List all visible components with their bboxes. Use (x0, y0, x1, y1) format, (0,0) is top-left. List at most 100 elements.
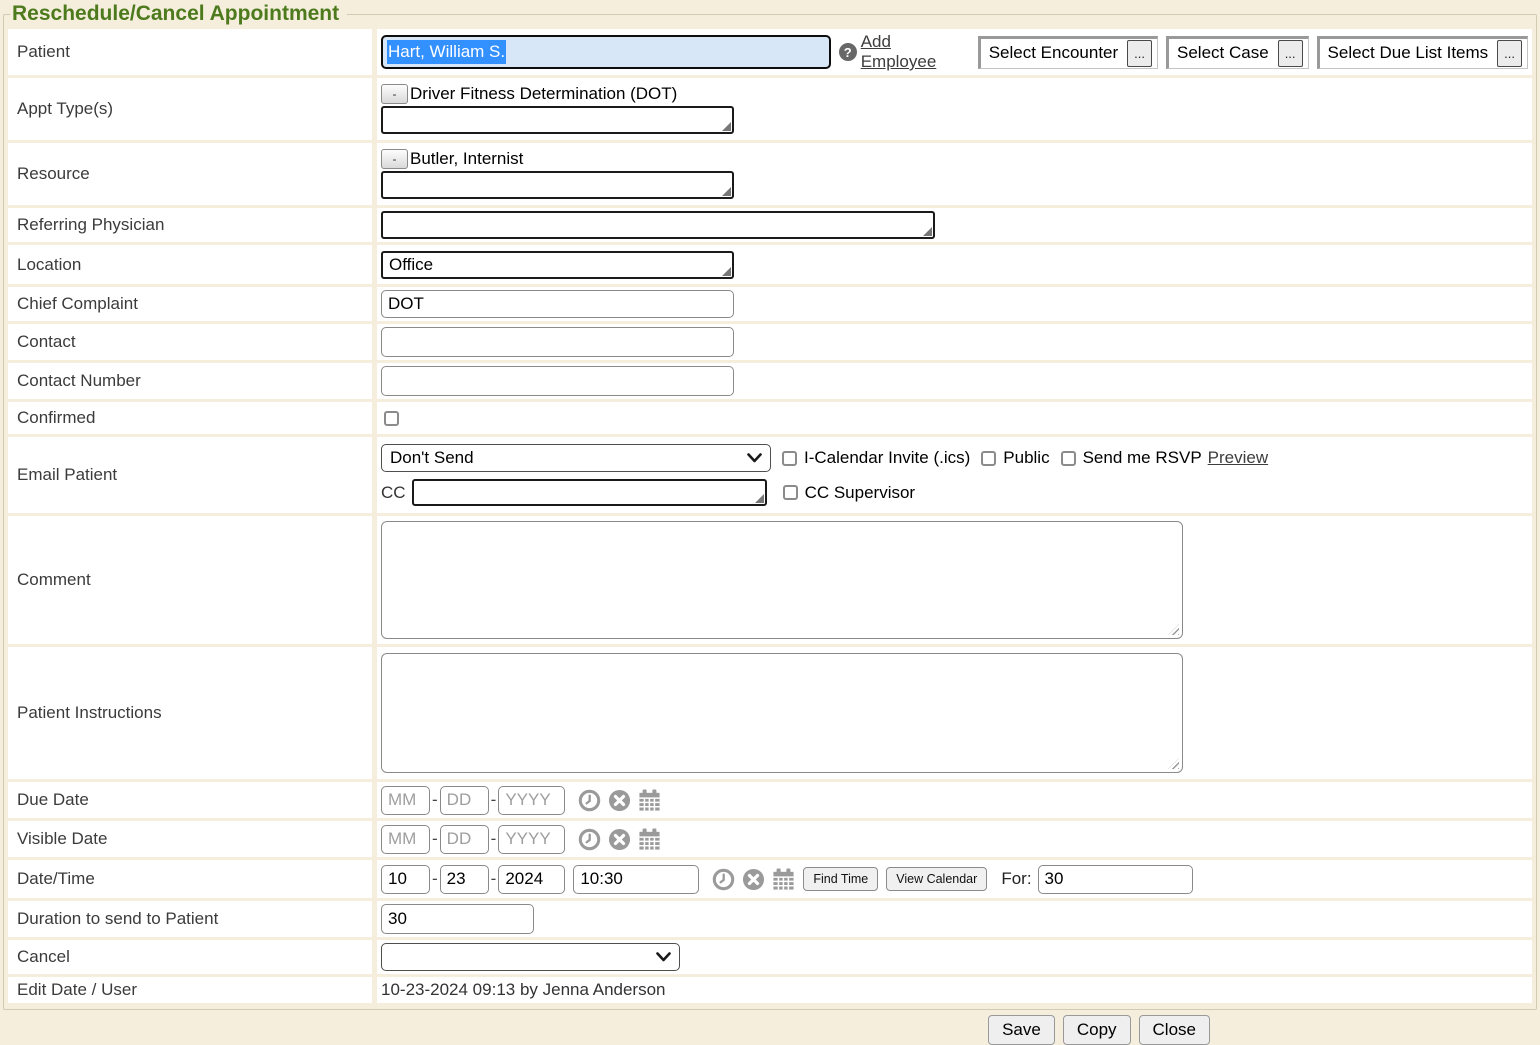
remove-appt-type-button[interactable]: - (381, 84, 408, 104)
patient-instructions-textarea[interactable] (381, 653, 1183, 773)
contact-label: Contact (8, 324, 372, 360)
contact-number-label: Contact Number (8, 363, 372, 399)
due-date-month-input[interactable] (381, 786, 430, 815)
ical-invite-checkbox[interactable] (782, 451, 797, 466)
email-patient-row: Email Patient Don't Send I-Calendar Invi… (8, 437, 1532, 513)
visible-date-year-input[interactable] (498, 825, 565, 854)
help-icon[interactable]: ? (839, 43, 857, 61)
clear-icon[interactable] (742, 868, 765, 891)
date-time-day-input[interactable] (440, 865, 489, 894)
public-checkbox[interactable] (981, 451, 996, 466)
date-time-month-input[interactable] (381, 865, 430, 894)
duration-input[interactable] (381, 904, 534, 934)
cc-supervisor-checkbox[interactable] (783, 485, 798, 500)
visible-date-day-input[interactable] (440, 825, 489, 854)
resize-handle[interactable] (1168, 758, 1179, 769)
cancel-label: Cancel (8, 940, 372, 974)
clock-icon[interactable] (578, 828, 601, 851)
calendar-icon[interactable] (772, 868, 795, 891)
footer-actions: Save Copy Close (0, 1010, 1540, 1045)
referring-physician-label: Referring Physician (8, 208, 372, 242)
contact-number-row: Contact Number (8, 363, 1532, 399)
cc-textarea[interactable] (412, 479, 767, 506)
calendar-icon[interactable] (638, 789, 661, 812)
patient-input[interactable]: Hart, William S. (381, 35, 831, 69)
email-send-selected-option: Don't Send (390, 448, 474, 468)
resource-label: Resource (8, 143, 372, 205)
resize-handle[interactable] (722, 267, 731, 276)
clock-icon[interactable] (712, 868, 735, 891)
location-textarea[interactable]: Office (381, 251, 734, 279)
save-button[interactable]: Save (988, 1015, 1055, 1045)
email-patient-label: Email Patient (8, 437, 372, 513)
cc-label: CC (381, 483, 406, 503)
find-time-button[interactable]: Find Time (803, 867, 878, 891)
clear-icon[interactable] (608, 828, 631, 851)
appt-types-label: Appt Type(s) (8, 78, 372, 140)
preview-link[interactable]: Preview (1208, 448, 1268, 468)
visible-date-label: Visible Date (8, 821, 372, 857)
comment-textarea[interactable] (381, 521, 1183, 639)
ical-invite-label: I-Calendar Invite (.ics) (804, 448, 970, 468)
resize-handle[interactable] (923, 227, 932, 236)
contact-number-input[interactable] (381, 366, 734, 396)
for-duration-input[interactable] (1038, 865, 1193, 894)
public-label: Public (1003, 448, 1049, 468)
select-due-list-items-button[interactable]: ... (1497, 40, 1522, 67)
resize-handle[interactable] (755, 494, 764, 503)
add-employee-link[interactable]: Add Employee (861, 32, 970, 72)
chevron-down-icon (747, 453, 762, 463)
resource-search-textarea[interactable] (381, 171, 734, 199)
close-button[interactable]: Close (1139, 1015, 1210, 1045)
remove-resource-button[interactable]: - (381, 149, 408, 169)
clock-icon[interactable] (578, 789, 601, 812)
email-send-select[interactable]: Don't Send (381, 444, 771, 472)
patient-label: Patient (8, 29, 372, 75)
confirmed-checkbox[interactable] (384, 411, 399, 426)
due-date-day-input[interactable] (440, 786, 489, 815)
select-encounter-box: Select Encounter ... (978, 36, 1158, 69)
resize-handle[interactable] (1168, 624, 1179, 635)
calendar-icon[interactable] (638, 828, 661, 851)
appt-types-row: Appt Type(s) - Driver Fitness Determinat… (8, 78, 1532, 140)
referring-physician-row: Referring Physician (8, 208, 1532, 242)
date-time-year-input[interactable] (498, 865, 565, 894)
chevron-down-icon (656, 952, 671, 962)
copy-button[interactable]: Copy (1063, 1015, 1131, 1045)
send-me-rsvp-checkbox[interactable] (1061, 451, 1076, 466)
location-row: Location Office (8, 245, 1532, 284)
confirmed-row: Confirmed (8, 402, 1532, 434)
patient-input-selected-text: Hart, William S. (387, 40, 506, 64)
visible-date-row: Visible Date - - (8, 821, 1532, 857)
contact-row: Contact (8, 324, 1532, 360)
select-encounter-button[interactable]: ... (1127, 40, 1152, 67)
visible-date-month-input[interactable] (381, 825, 430, 854)
page-title: Reschedule/Cancel Appointment (10, 2, 347, 26)
edit-date-user-value: 10-23-2024 09:13 by Jenna Anderson (381, 980, 666, 1000)
cc-supervisor-label: CC Supervisor (805, 483, 916, 503)
referring-physician-textarea[interactable] (381, 211, 935, 239)
select-case-label: Select Case (1177, 43, 1269, 63)
resize-handle[interactable] (722, 187, 731, 196)
comment-row: Comment (8, 516, 1532, 644)
select-due-list-items-box: Select Due List Items ... (1317, 36, 1528, 69)
for-label: For: (1001, 869, 1031, 889)
cancel-row: Cancel (8, 940, 1532, 974)
cancel-reason-select[interactable] (381, 943, 680, 971)
due-date-year-input[interactable] (498, 786, 565, 815)
clear-icon[interactable] (608, 789, 631, 812)
view-calendar-button[interactable]: View Calendar (886, 867, 987, 891)
select-case-button[interactable]: ... (1278, 40, 1303, 67)
date-time-time-input[interactable] (573, 865, 699, 894)
select-due-list-items-label: Select Due List Items (1328, 43, 1489, 63)
duration-row: Duration to send to Patient (8, 901, 1532, 937)
contact-input[interactable] (381, 327, 734, 357)
resize-handle[interactable] (722, 122, 731, 131)
chief-complaint-row: Chief Complaint (8, 287, 1532, 321)
appt-type-search-textarea[interactable] (381, 106, 734, 134)
patient-instructions-row: Patient Instructions (8, 647, 1532, 779)
chief-complaint-input[interactable] (381, 290, 734, 318)
resource-selected: Butler, Internist (410, 149, 523, 169)
location-label: Location (8, 245, 372, 284)
send-me-rsvp-label: Send me RSVP (1083, 448, 1202, 468)
